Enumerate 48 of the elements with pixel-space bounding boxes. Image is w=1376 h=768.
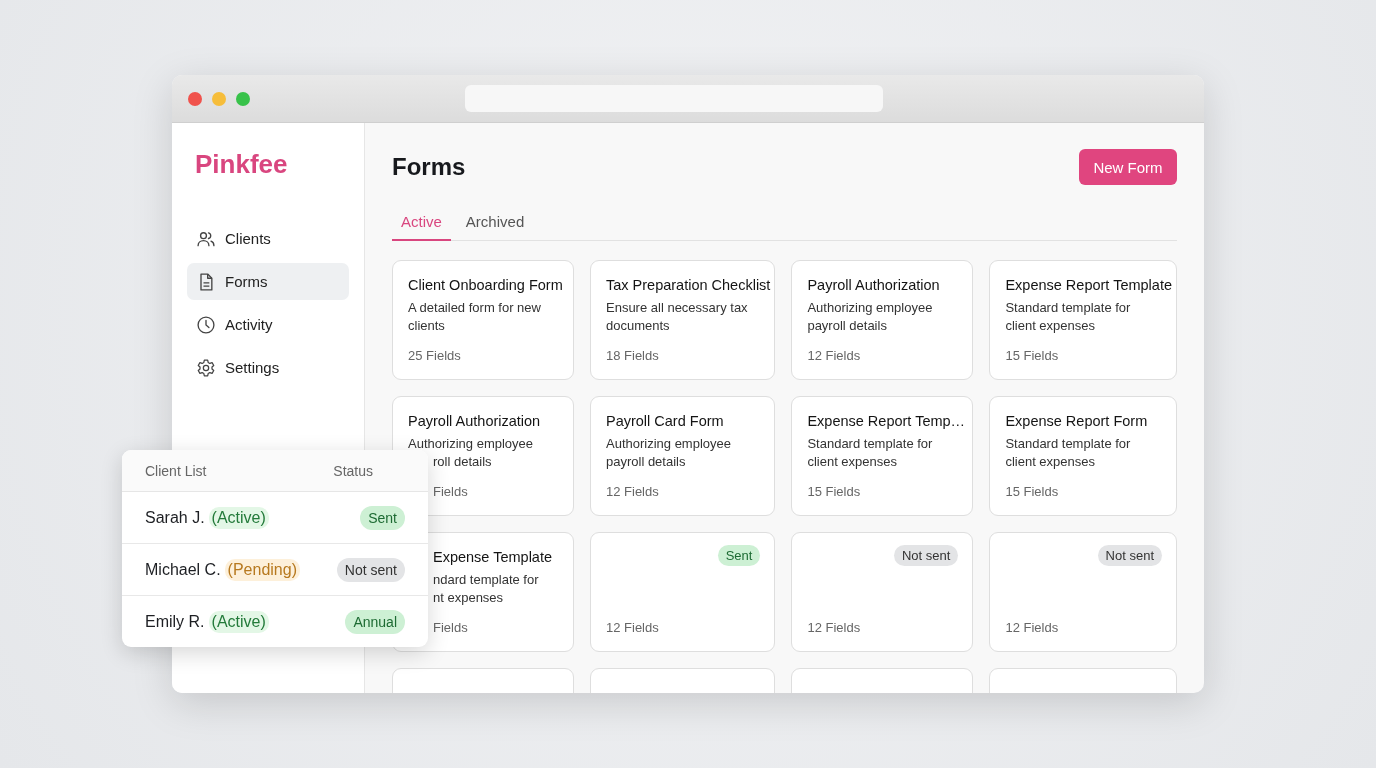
field-count: 12 Fields: [807, 348, 862, 363]
form-description: Authorizing employee: [408, 435, 535, 453]
form-description: roll details: [432, 453, 493, 471]
page-title: Forms: [392, 153, 466, 181]
form-title: Payroll Authorization: [807, 277, 941, 293]
form-description: Standard template for client expenses: [1005, 299, 1132, 335]
form-description: Standard template for client expenses: [807, 435, 934, 471]
form-description: Ensure all necessary tax documents: [606, 299, 749, 335]
status-badge: Not sent: [1097, 545, 1162, 566]
field-count: 12 Fields: [606, 620, 660, 635]
form-title: Payroll Authorization: [408, 413, 542, 429]
field-count: 12 Fields: [606, 484, 660, 499]
form-description: Authorizing employee payroll details: [606, 435, 732, 471]
field-count: 15 Fields: [1005, 484, 1060, 499]
logo: Pinkfee: [194, 149, 289, 180]
status-badge: Sent: [360, 505, 405, 530]
form-title: Tax Preparation Checklist: [606, 277, 771, 293]
form-title: Expense Template: [432, 549, 554, 565]
client-tag: (Active): [208, 506, 269, 529]
field-count: 15 Fields: [1005, 348, 1060, 363]
field-count: 12 Fields: [1005, 620, 1060, 635]
client-name: Michael C.: [145, 560, 221, 579]
status-badge: Annual: [345, 609, 405, 634]
client-name: Sarah J.: [145, 508, 205, 527]
form-title: Expense Report Form: [1005, 413, 1149, 429]
client-name: Emily R.: [145, 612, 205, 631]
client-tag: (Pending): [224, 558, 300, 581]
form-title: Expense Report Temp…: [807, 413, 967, 429]
form-description: Authorizing employee payroll details: [807, 299, 934, 335]
form-description: nt expenses: [432, 589, 505, 607]
client-tag: (Active): [208, 610, 269, 633]
field-count: 12 Fields: [807, 620, 862, 635]
form-title: Payroll Card Form: [606, 413, 725, 429]
status-badge: Sent: [717, 545, 761, 566]
form-title: Client Onboarding Form: [408, 277, 564, 293]
status-badge: Not sent: [336, 557, 405, 582]
form-title: Expense Report Template: [1005, 277, 1172, 293]
column-header: Status: [333, 462, 373, 479]
field-count: 18 Fields: [606, 348, 660, 363]
form-description: Standard template for client expenses: [1005, 435, 1132, 471]
field-count: 25 Fields: [408, 348, 462, 363]
field-count: Fields: [432, 620, 469, 635]
field-count: 15 Fields: [807, 484, 862, 499]
form-description: ndard template for: [432, 571, 540, 589]
status-badge: Not sent: [894, 545, 959, 566]
field-count: Fields: [432, 484, 469, 499]
form-description: A detailed form for new clients: [408, 299, 542, 335]
column-header: Client List: [145, 462, 207, 479]
